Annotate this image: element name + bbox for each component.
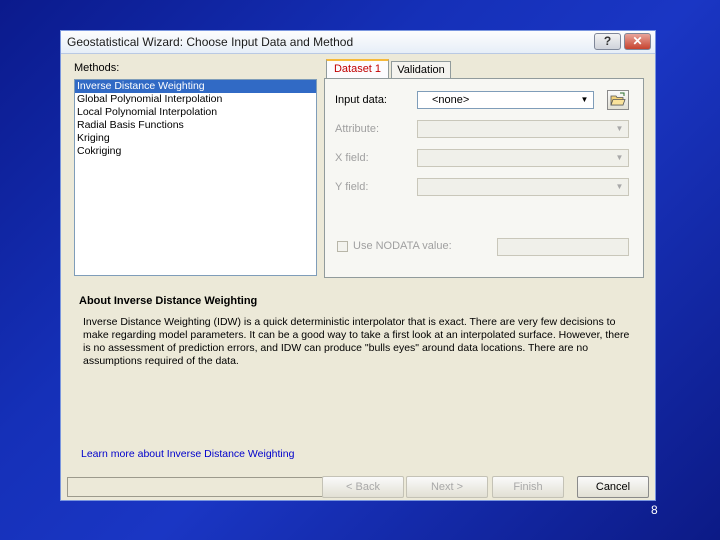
input-data-label: Input data: bbox=[335, 94, 387, 106]
help-button[interactable]: ? bbox=[594, 33, 621, 50]
close-button[interactable]: ✕ bbox=[624, 33, 651, 50]
back-button[interactable]: < Back bbox=[322, 476, 404, 498]
x-field-label: X field: bbox=[335, 152, 369, 164]
y-field-label: Y field: bbox=[335, 181, 369, 193]
dataset-panel: Input data: <none> ▼ Attribute: ▼ X fiel… bbox=[324, 78, 644, 278]
learn-more-link[interactable]: Learn more about Inverse Distance Weight… bbox=[81, 448, 294, 460]
folder-open-icon bbox=[610, 92, 626, 106]
methods-label: Methods: bbox=[74, 62, 120, 74]
method-item-local-polynomial[interactable]: Local Polynomial Interpolation bbox=[75, 106, 316, 119]
chevron-down-icon: ▼ bbox=[615, 153, 624, 162]
tab-validation[interactable]: Validation bbox=[391, 61, 451, 78]
attribute-dropdown[interactable]: ▼ bbox=[417, 120, 629, 138]
geostatistical-wizard-dialog: Geostatistical Wizard: Choose Input Data… bbox=[60, 30, 656, 501]
nodata-label: Use NODATA value: bbox=[353, 240, 452, 252]
nodata-value-field[interactable] bbox=[497, 238, 629, 256]
y-field-dropdown[interactable]: ▼ bbox=[417, 178, 629, 196]
chevron-down-icon: ▼ bbox=[580, 95, 589, 104]
status-box bbox=[67, 477, 345, 497]
method-item-idw[interactable]: Inverse Distance Weighting bbox=[75, 80, 316, 93]
next-button[interactable]: Next > bbox=[406, 476, 488, 498]
attribute-label: Attribute: bbox=[335, 123, 380, 135]
chevron-down-icon: ▼ bbox=[615, 124, 624, 133]
input-data-dropdown[interactable]: <none> ▼ bbox=[417, 91, 594, 109]
finish-button[interactable]: Finish bbox=[492, 476, 564, 498]
method-item-radial-basis[interactable]: Radial Basis Functions bbox=[75, 119, 316, 132]
x-field-dropdown[interactable]: ▼ bbox=[417, 149, 629, 167]
methods-list[interactable]: Inverse Distance Weighting Global Polyno… bbox=[74, 79, 317, 276]
tab-dataset-1[interactable]: Dataset 1 bbox=[326, 59, 389, 78]
method-item-kriging[interactable]: Kriging bbox=[75, 132, 316, 145]
chevron-down-icon: ▼ bbox=[615, 182, 624, 191]
about-description: Inverse Distance Weighting (IDW) is a qu… bbox=[83, 316, 630, 367]
slide-page-number: 8 bbox=[651, 503, 658, 517]
open-data-button[interactable] bbox=[607, 90, 629, 110]
about-title: About Inverse Distance Weighting bbox=[79, 295, 258, 307]
cancel-button[interactable]: Cancel bbox=[577, 476, 649, 498]
window-title: Geostatistical Wizard: Choose Input Data… bbox=[67, 35, 354, 49]
method-item-cokriging[interactable]: Cokriging bbox=[75, 145, 316, 158]
nodata-checkbox[interactable] bbox=[337, 241, 348, 252]
method-item-global-polynomial[interactable]: Global Polynomial Interpolation bbox=[75, 93, 316, 106]
input-data-value: <none> bbox=[432, 94, 470, 106]
title-bar[interactable]: Geostatistical Wizard: Choose Input Data… bbox=[61, 31, 655, 54]
